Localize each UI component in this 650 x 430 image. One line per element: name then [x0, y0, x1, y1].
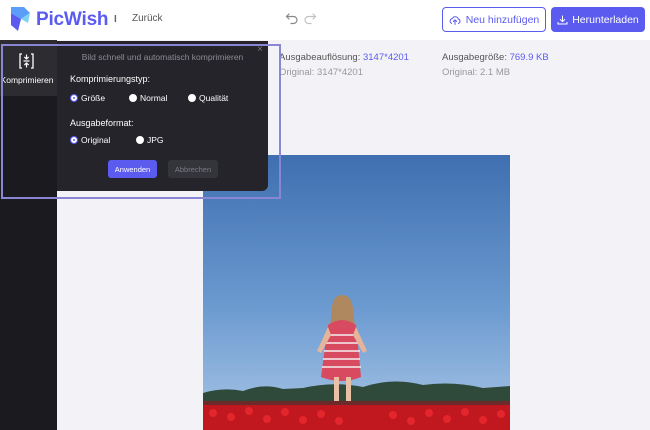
download-icon — [557, 15, 568, 24]
header-separator: I — [114, 14, 117, 25]
add-new-label: Neu hinzufügen — [465, 13, 540, 26]
size-value: 769.9 KB — [509, 52, 549, 63]
size-original: Original: 2.1 MB — [442, 67, 511, 78]
resolution-original: Original: 3147*4201 — [279, 67, 363, 78]
add-new-button[interactable]: Neu hinzufügen — [442, 7, 546, 32]
app-name: PicWish — [36, 9, 109, 30]
undo-icon[interactable] — [285, 11, 299, 25]
resolution-info: Ausgabeauflösung: 3147*4201 Original: 31… — [279, 50, 409, 80]
cloud-upload-icon — [449, 15, 461, 25]
highlight-frame — [1, 44, 281, 199]
download-button[interactable]: Herunterladen — [551, 7, 645, 32]
resolution-value: 3147*4201 — [362, 52, 409, 63]
picwish-logo-icon — [11, 7, 30, 31]
back-link[interactable]: Zurück — [132, 13, 163, 24]
resolution-label: Ausgabeauflösung: — [279, 52, 361, 63]
top-bar: PicWish I Zurück Neu hinzufügen Herunter… — [0, 0, 650, 40]
download-label: Herunterladen — [572, 13, 639, 26]
size-label: Ausgabegröße: — [442, 52, 507, 63]
redo-icon[interactable] — [303, 11, 317, 25]
size-info: Ausgabegröße: 769.9 KB Original: 2.1 MB — [442, 50, 549, 80]
